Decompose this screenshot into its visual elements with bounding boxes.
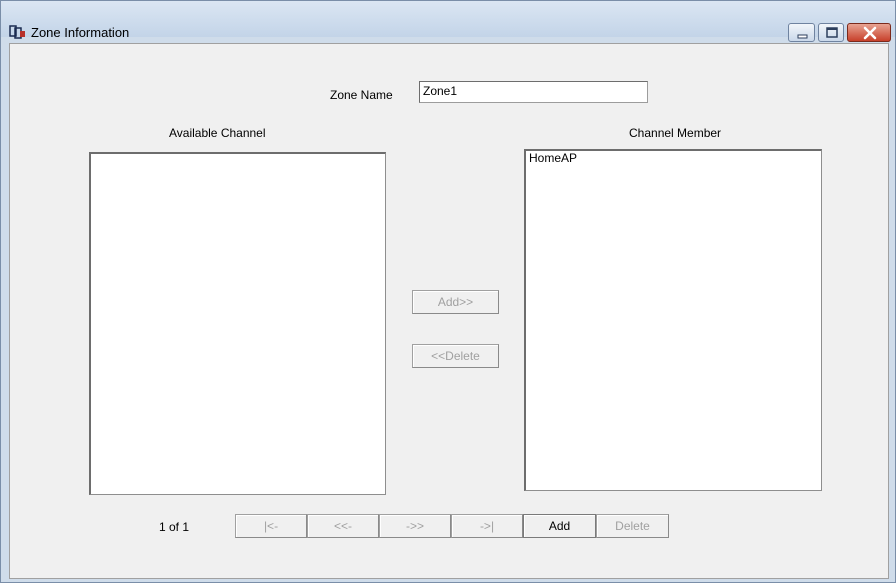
minimize-icon <box>797 34 808 39</box>
channel-member-label: Channel Member <box>629 126 722 140</box>
dialog-client-area: Zone Name Zone1 Available Channel Channe… <box>9 43 889 579</box>
zone-name-input[interactable]: Zone1 <box>419 81 648 103</box>
delete-from-members-button[interactable]: <<Delete <box>412 344 499 368</box>
previous-record-button[interactable]: <<- <box>307 514 379 538</box>
close-button[interactable] <box>847 23 891 42</box>
maximize-icon <box>826 27 838 38</box>
close-icon <box>863 26 877 40</box>
delete-record-button[interactable]: Delete <box>596 514 669 538</box>
channel-member-list[interactable]: HomeAP <box>524 149 822 491</box>
zone-name-label: Zone Name <box>330 88 393 102</box>
last-record-button[interactable]: ->| <box>451 514 523 538</box>
list-item[interactable]: HomeAP <box>526 151 821 165</box>
minimize-button[interactable] <box>788 23 815 42</box>
maximize-button[interactable] <box>818 23 844 42</box>
available-channel-list[interactable] <box>89 152 386 495</box>
add-record-button[interactable]: Add <box>523 514 596 538</box>
next-record-button[interactable]: ->> <box>379 514 451 538</box>
zone-information-window: Zone Information Zone Name Zone1 Availab… <box>0 0 896 583</box>
page-status: 1 of 1 <box>159 520 190 534</box>
zone-app-icon <box>9 25 27 39</box>
available-channel-label: Available Channel <box>169 126 266 140</box>
add-to-members-button[interactable]: Add>> <box>412 290 499 314</box>
window-title: Zone Information <box>31 25 130 40</box>
title-bar[interactable]: Zone Information <box>1 1 895 42</box>
first-record-button[interactable]: |<- <box>235 514 307 538</box>
